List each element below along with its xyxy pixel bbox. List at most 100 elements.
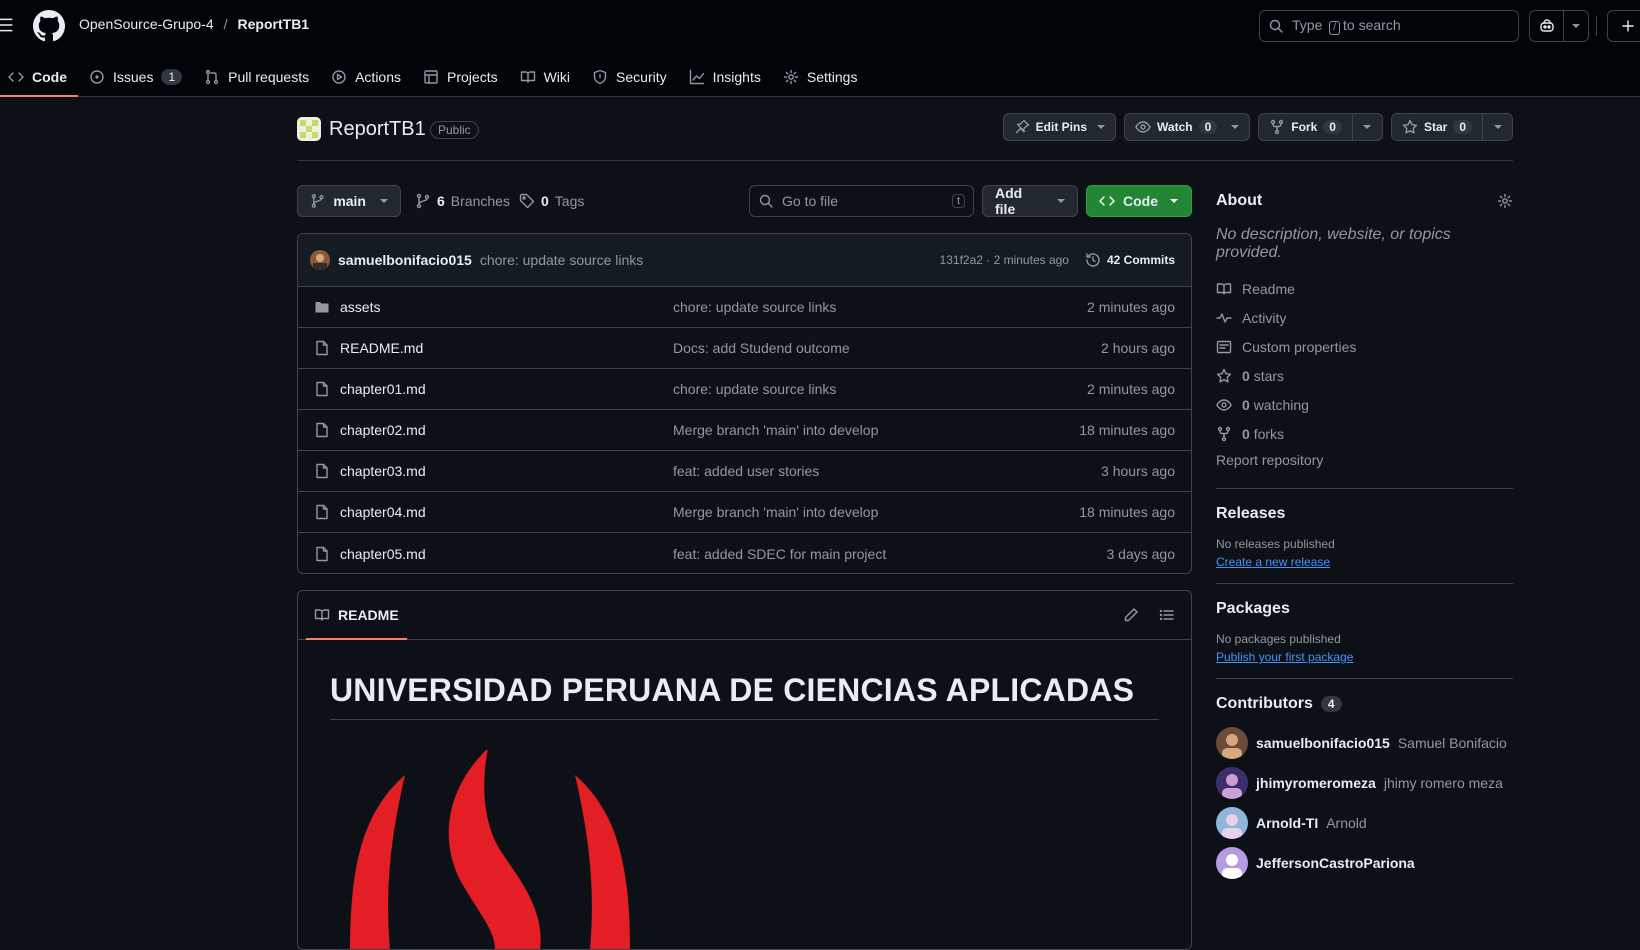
tab-readme[interactable]: README: [306, 591, 407, 640]
list-icon[interactable]: [1159, 607, 1175, 623]
chevron-down-icon[interactable]: [1564, 11, 1588, 41]
tab-pull-requests[interactable]: Pull requests: [193, 56, 320, 97]
tab-security[interactable]: Security: [581, 56, 678, 97]
tab-code[interactable]: Code: [0, 56, 78, 97]
releases-heading[interactable]: Releases: [1216, 505, 1513, 523]
gear-icon[interactable]: [1497, 193, 1513, 209]
readme-link[interactable]: Readme: [1216, 274, 1513, 303]
copilot-button[interactable]: [1529, 10, 1589, 42]
menu-icon[interactable]: [0, 16, 14, 34]
contributor-item[interactable]: samuelbonifacio015 Samuel Bonifacio: [1216, 723, 1513, 763]
file-commit-message[interactable]: feat: added user stories: [673, 463, 1101, 479]
forks-link[interactable]: 0 forks: [1216, 419, 1513, 448]
file-row[interactable]: chapter01.md chore: update source links 2 …: [298, 369, 1191, 410]
contributor-login[interactable]: jhimyromeromeza: [1256, 775, 1376, 791]
commit-meta[interactable]: 131f2a2 · 2 minutes ago: [940, 253, 1069, 267]
file-name[interactable]: chapter02.md: [340, 422, 673, 438]
packages-heading[interactable]: Packages: [1216, 600, 1513, 618]
note-icon: [1216, 340, 1232, 353]
file-commit-message[interactable]: Merge branch 'main' into develop: [673, 422, 1079, 438]
contributor-login[interactable]: samuelbonifacio015: [1256, 735, 1390, 751]
contributor-login[interactable]: Arnold-TI: [1256, 815, 1318, 831]
breadcrumb-owner[interactable]: OpenSource-Grupo-4: [79, 16, 214, 32]
copilot-icon[interactable]: [1530, 11, 1564, 41]
org-avatar[interactable]: [297, 117, 321, 141]
contributor-item[interactable]: JeffersonCastroPariona: [1216, 843, 1513, 883]
branches-link[interactable]: 6 Branches: [415, 185, 510, 217]
create-release-link[interactable]: Create a new release: [1216, 555, 1513, 569]
readme-content: UNIVERSIDAD PERUANA DE CIENCIAS APLICADA…: [298, 640, 1191, 949]
tab-actions[interactable]: Actions: [320, 56, 412, 97]
file-commit-message[interactable]: feat: added SDEC for main project: [673, 546, 1107, 562]
contributors-heading[interactable]: Contributors 4: [1216, 695, 1513, 713]
chevron-down-icon[interactable]: [1351, 114, 1382, 140]
global-search-input[interactable]: Type / to search: [1259, 10, 1519, 42]
history-icon: [1086, 253, 1100, 267]
avatar[interactable]: [310, 250, 330, 270]
file-name[interactable]: chapter05.md: [340, 546, 673, 562]
packages-empty-text: No packages published: [1216, 632, 1341, 646]
create-new-button[interactable]: [1607, 10, 1640, 42]
code-button[interactable]: Code: [1086, 185, 1192, 217]
contributor-item[interactable]: jhimyromeromeza jhimy romero meza: [1216, 763, 1513, 803]
chevron-down-icon[interactable]: [1482, 114, 1512, 140]
file-row[interactable]: chapter03.md feat: added user stories 3 ho…: [298, 451, 1191, 492]
activity-link[interactable]: Activity: [1216, 303, 1513, 332]
fork-label: Fork: [1291, 120, 1318, 134]
publish-package-link[interactable]: Publish your first package: [1216, 650, 1513, 664]
contributor-item[interactable]: Arnold-TI Arnold: [1216, 803, 1513, 843]
chevron-down-icon[interactable]: [1231, 125, 1240, 129]
file-commit-message[interactable]: chore: update source links: [673, 299, 1087, 315]
forks-label: forks: [1253, 425, 1285, 442]
fork-button[interactable]: Fork 0: [1258, 113, 1383, 141]
file-name[interactable]: README.md: [340, 340, 673, 356]
file-name[interactable]: chapter03.md: [340, 463, 673, 479]
file-row[interactable]: chapter02.md Merge branch 'main' into dev…: [298, 410, 1191, 451]
file-row[interactable]: README.md Docs: add Studend outcome 2 hour…: [298, 328, 1191, 369]
github-logo-icon[interactable]: [33, 10, 65, 42]
file-row[interactable]: chapter05.md feat: added SDEC for main pr…: [298, 533, 1191, 573]
folder-icon: [314, 299, 330, 315]
tab-settings[interactable]: Settings: [772, 56, 869, 97]
commit-message[interactable]: chore: update source links: [480, 252, 643, 268]
file-commit-message[interactable]: Merge branch 'main' into develop: [673, 504, 1079, 520]
add-file-button[interactable]: Add file: [982, 185, 1078, 217]
watch-button[interactable]: Watch 0: [1124, 113, 1251, 141]
go-to-file-input[interactable]: Go to file t: [749, 185, 974, 217]
file-name[interactable]: chapter04.md: [340, 504, 673, 520]
tags-link[interactable]: 0 Tags: [519, 185, 584, 217]
file-commit-message[interactable]: chore: update source links: [673, 381, 1087, 397]
watching-link[interactable]: 0 watching: [1216, 390, 1513, 419]
tab-wiki[interactable]: Wiki: [509, 56, 581, 97]
edit-pins-button[interactable]: Edit Pins: [1002, 113, 1117, 141]
pencil-icon[interactable]: [1123, 607, 1139, 623]
commit-author[interactable]: samuelbonifacio015: [338, 252, 472, 268]
file-name[interactable]: assets: [340, 299, 673, 315]
avatar[interactable]: [1216, 767, 1248, 799]
tab-insights[interactable]: Insights: [678, 56, 772, 97]
repo-name[interactable]: ReportTB1: [329, 118, 426, 141]
file-row[interactable]: chapter04.md Merge branch 'main' into dev…: [298, 492, 1191, 533]
file-name[interactable]: chapter01.md: [340, 381, 673, 397]
file-row[interactable]: assets chore: update source links 2 minute…: [298, 287, 1191, 328]
branches-count: 6: [437, 193, 445, 209]
custom-properties-link[interactable]: Custom properties: [1216, 332, 1513, 361]
about-heading: About: [1216, 185, 1513, 217]
avatar[interactable]: [1216, 847, 1248, 879]
star-button[interactable]: Star 0: [1390, 113, 1513, 141]
stars-link[interactable]: 0 stars: [1216, 361, 1513, 390]
commits-link[interactable]: 42 Commits: [1085, 252, 1175, 268]
file-commit-message[interactable]: Docs: add Studend outcome: [673, 340, 1101, 356]
tab-label: Security: [616, 68, 667, 85]
branch-select-button[interactable]: main: [297, 185, 401, 217]
contributor-login[interactable]: JeffersonCastroPariona: [1256, 855, 1415, 871]
contributor-name: Arnold: [1326, 815, 1367, 831]
report-repository-link[interactable]: Report repository: [1216, 452, 1513, 476]
avatar[interactable]: [1216, 727, 1248, 759]
custom-properties-label: Custom properties: [1242, 338, 1357, 355]
breadcrumb-repo[interactable]: ReportTB1: [238, 16, 310, 32]
avatar[interactable]: [1216, 807, 1248, 839]
tab-projects[interactable]: Projects: [412, 56, 509, 97]
go-to-file-placeholder: Go to file: [782, 193, 839, 209]
tab-issues[interactable]: Issues 1: [78, 56, 193, 97]
